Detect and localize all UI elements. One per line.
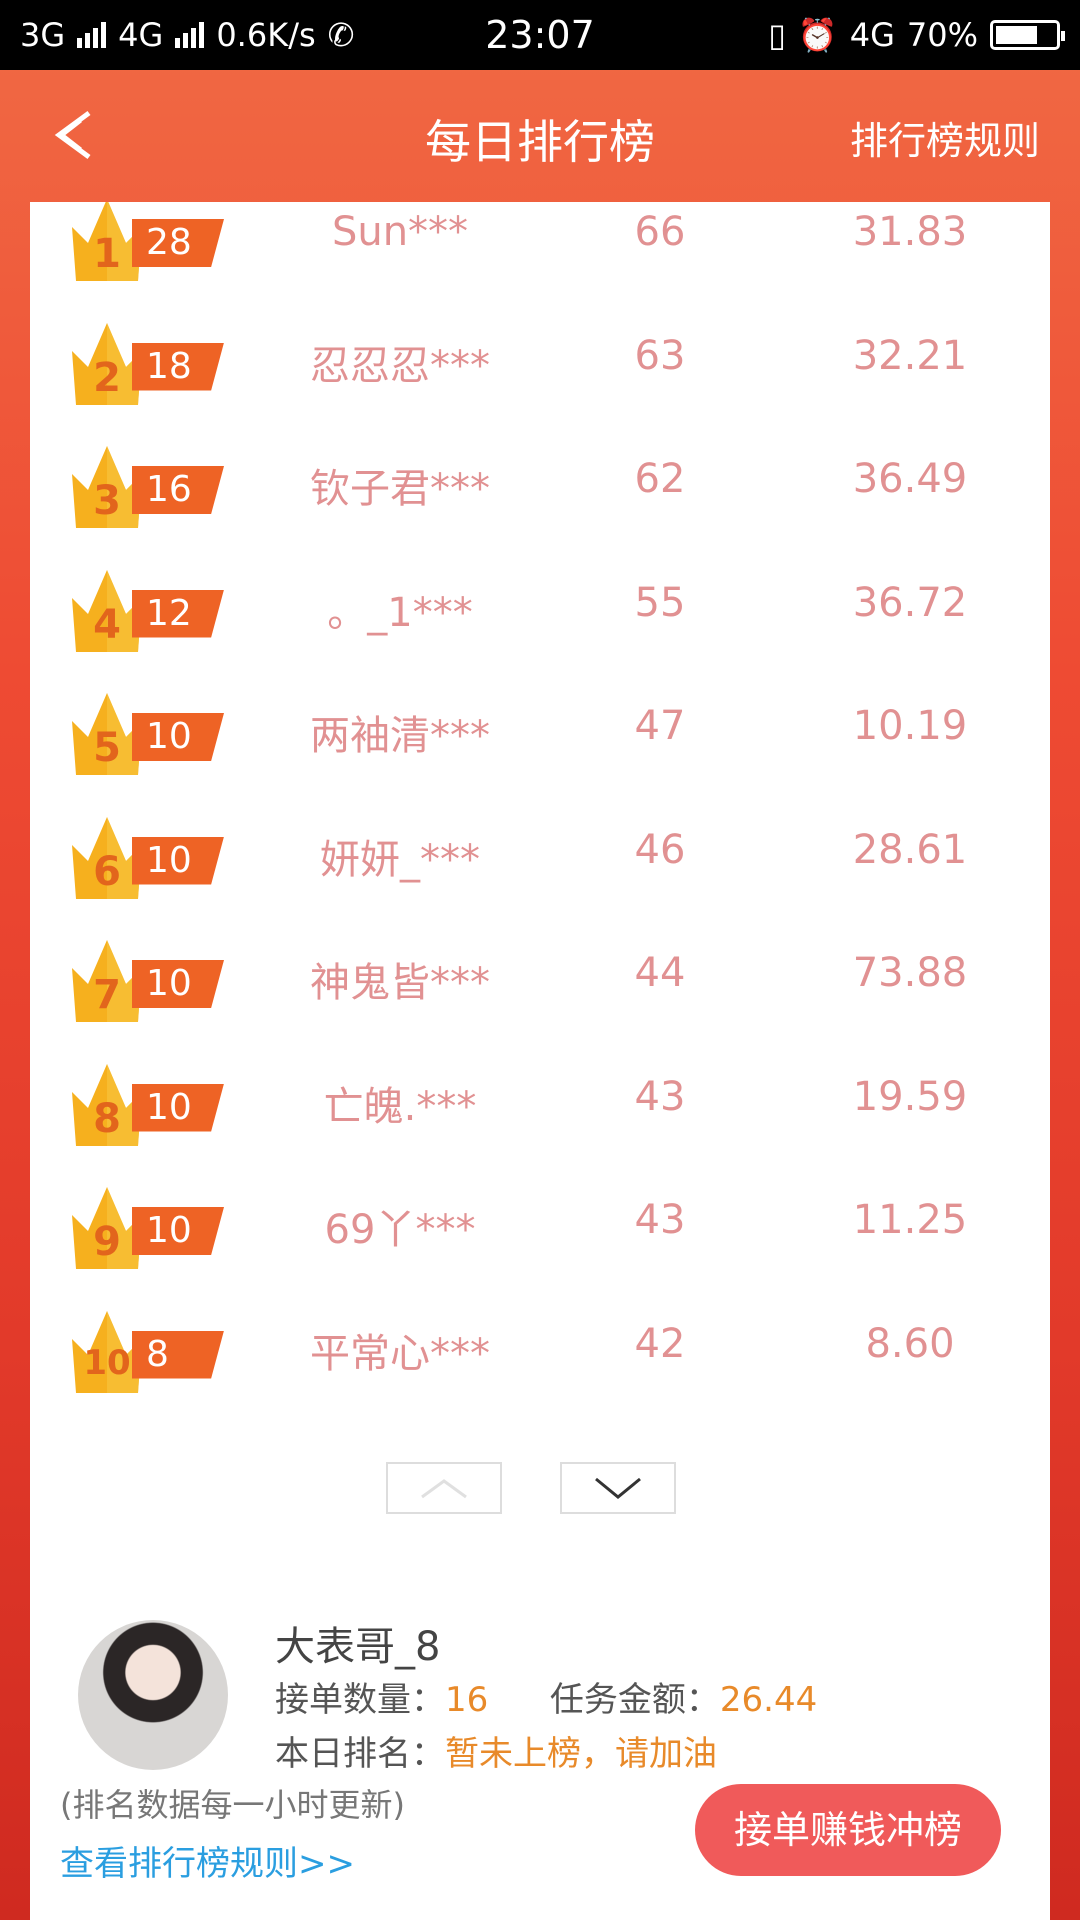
- network-type-3: 4G: [849, 16, 895, 54]
- ranking-row: 2 18 忍忍忍*** 63 32.21: [30, 321, 1050, 441]
- ranking-card: 1 28 Sun*** 66 31.83 2 18 忍忍忍*** 63 32.21 3 16 钦子君**…: [30, 202, 1050, 1920]
- order-count: 44: [634, 950, 686, 996]
- ranking-row: 1 28 Sun*** 66 31.83: [30, 202, 1050, 317]
- rules-link[interactable]: 排行榜规则: [850, 110, 1040, 165]
- avatar: [78, 1620, 228, 1770]
- chevron-down-icon: [595, 1477, 641, 1499]
- rank-badge: 10: [132, 960, 224, 1008]
- ranking-row: 7 10 神鬼皆*** 44 73.88: [30, 938, 1050, 1058]
- battery-percent: 70%: [906, 16, 978, 54]
- orders-label: 接单数量：: [275, 1680, 445, 1720]
- order-count: 47: [634, 703, 686, 749]
- alarm-icon: ⏰: [797, 16, 838, 54]
- order-count: 62: [634, 456, 686, 502]
- page-down-button[interactable]: [560, 1462, 676, 1514]
- battery-icon: [990, 20, 1065, 50]
- order-count: 66: [634, 209, 686, 255]
- order-amount: 36.49: [852, 456, 968, 502]
- today-rank-value: 暂未上榜，请加油: [445, 1734, 717, 1774]
- network-type-1: 3G: [20, 16, 66, 54]
- ranking-row: 6 10 妍妍_*** 46 28.61: [30, 815, 1050, 935]
- order-amount: 73.88: [852, 950, 968, 996]
- order-count: 43: [634, 1197, 686, 1243]
- rank-badge: 28: [132, 219, 224, 267]
- orders-value: 16: [445, 1680, 489, 1720]
- status-left: 3G 4G 0.6K/s ✆: [20, 16, 354, 54]
- order-count: 63: [634, 332, 686, 379]
- order-amount: 28.61: [852, 826, 968, 873]
- user-nickname: 妍妍_***: [320, 836, 480, 883]
- header: 每日排行榜 排行榜规则: [0, 70, 1080, 200]
- order-amount: 10.19: [852, 703, 968, 749]
- user-nickname: 神鬼皆***: [310, 960, 490, 1006]
- chevron-up-icon: [421, 1479, 467, 1499]
- rank-badge: 10: [132, 1207, 224, 1255]
- order-count: 46: [634, 826, 686, 873]
- order-amount: 8.60: [865, 1320, 955, 1367]
- user-nickname: 。_1***: [327, 589, 473, 636]
- order-count: 42: [634, 1320, 686, 1367]
- network-type-2: 4G: [118, 16, 164, 54]
- ranking-row: 5 10 两袖清*** 47 10.19: [30, 691, 1050, 811]
- order-amount: 11.25: [852, 1197, 968, 1243]
- signal-icon: [77, 22, 107, 48]
- order-amount: 36.72: [852, 579, 968, 626]
- ranking-row: 8 10 亡魄.*** 43 19.59: [30, 1062, 1050, 1182]
- vibrate-icon: ▯: [768, 16, 786, 54]
- rank-badge: 18: [132, 342, 224, 391]
- amount-value: 26.44: [719, 1680, 818, 1720]
- user-nickname: 69丫***: [324, 1207, 476, 1253]
- user-nickname: 忍忍忍***: [310, 342, 490, 389]
- network-speed: 0.6K/s: [216, 16, 316, 54]
- rank-badge: 16: [132, 466, 224, 514]
- order-count: 55: [634, 579, 686, 626]
- page-up-button[interactable]: [386, 1462, 502, 1514]
- order-amount: 31.83: [852, 209, 968, 255]
- user-stats: 接单数量：16 任务金额：26.44: [275, 1672, 817, 1721]
- ranking-row: 9 10 69丫*** 43 11.25: [30, 1185, 1050, 1305]
- user-nickname: 两袖清***: [310, 713, 490, 759]
- status-bar: 3G 4G 0.6K/s ✆ 23:07 ▯ ⏰ 4G 70%: [0, 0, 1080, 70]
- ranking-row: 3 16 钦子君*** 62 36.49: [30, 444, 1050, 564]
- user-nickname: Sun***: [331, 209, 469, 255]
- ranking-row: 4 12 。_1*** 55 36.72: [30, 568, 1050, 688]
- user-nickname: 钦子君***: [310, 466, 490, 512]
- rank-badge: 10: [132, 1083, 224, 1132]
- user-rank: 本日排名：暂未上榜，请加油: [275, 1726, 717, 1775]
- rank-badge: 10: [132, 836, 224, 885]
- rank-badge: 10: [132, 713, 224, 761]
- rank-badge: 8: [132, 1330, 224, 1379]
- amount-label: 任务金额：: [549, 1680, 720, 1720]
- view-rules-link[interactable]: 查看排行榜规则>>: [60, 1836, 355, 1885]
- signal-icon: [175, 22, 205, 48]
- take-orders-button[interactable]: 接单赚钱冲榜: [695, 1784, 1001, 1876]
- status-right: ▯ ⏰ 4G 70%: [768, 16, 1065, 54]
- order-count: 43: [634, 1073, 686, 1120]
- user-nickname: 亡魄.***: [323, 1083, 477, 1130]
- call-icon: ✆: [327, 16, 355, 54]
- order-amount: 19.59: [852, 1073, 968, 1120]
- ranking-row: 10 8 平常心*** 42 8.60: [30, 1309, 1050, 1429]
- today-rank-label: 本日排名：: [275, 1734, 445, 1774]
- user-nickname: 平常心***: [310, 1330, 490, 1377]
- rank-badge: 12: [132, 589, 224, 638]
- order-amount: 32.21: [852, 332, 968, 379]
- user-name: 大表哥_8: [275, 1624, 441, 1670]
- update-note: (排名数据每一小时更新): [60, 1786, 405, 1824]
